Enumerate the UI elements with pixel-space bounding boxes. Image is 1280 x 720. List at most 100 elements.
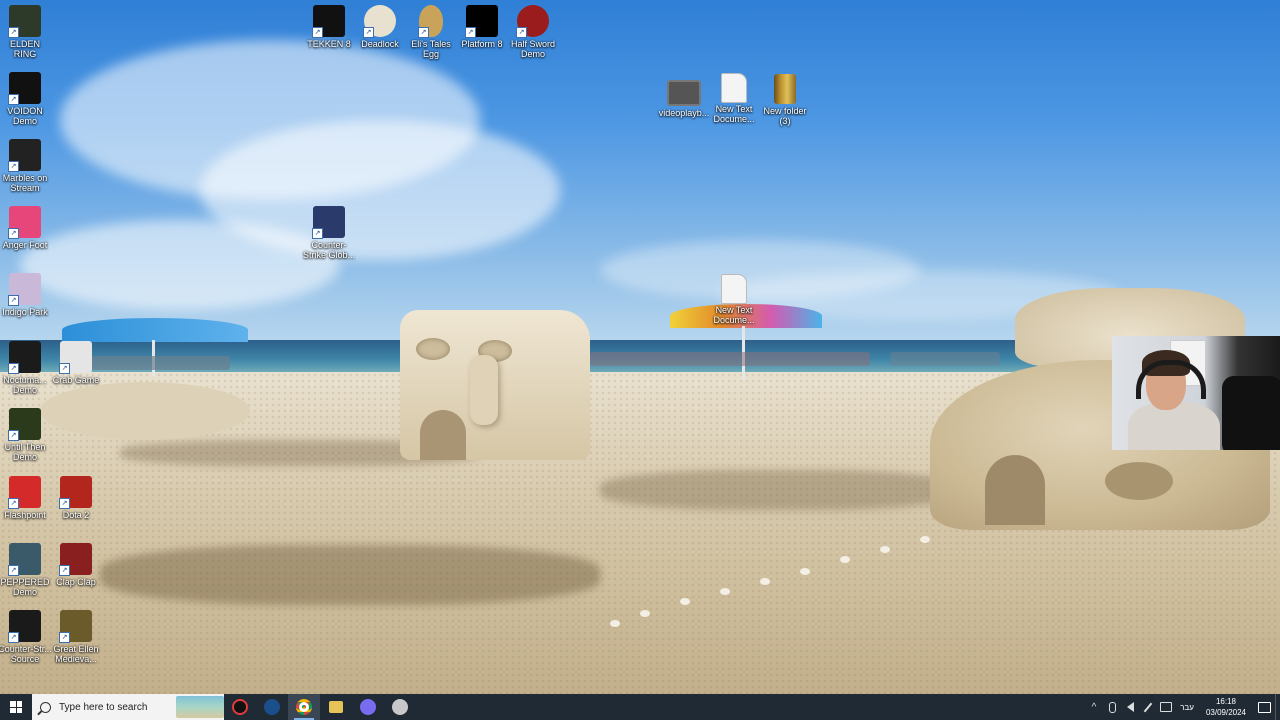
taskbar-search-box[interactable]: Type here to search [32,694,224,720]
desktop-icon-label: New Text Docume... [713,305,755,325]
shortcut-arrow-icon: ↗ [59,632,70,643]
desktop-icon-indigo-park[interactable]: ↗ Indigo Park [0,273,52,317]
shortcut-arrow-icon: ↗ [59,565,70,576]
desktop-icon-marbles-on-stream[interactable]: ↗ Marbles on Stream [0,139,52,193]
shortcut-arrow-icon: ↗ [8,228,19,239]
tray-microphone[interactable] [1103,694,1121,720]
desktop-icon-tekken-8[interactable]: ↗ TEKKEN 8 [302,5,356,49]
taskbar-app-steam[interactable] [256,694,288,720]
pen-icon [1143,702,1153,712]
tray-pen[interactable] [1139,694,1157,720]
desktop-icon-dota-2[interactable]: ↗ Dota 2 [49,476,103,520]
desktop-icon-anger-foot[interactable]: ↗ Anger Foot [0,206,52,250]
search-placeholder: Type here to search [59,701,148,713]
tekken8-icon: ↗ [312,5,345,38]
egg-icon: ↗ [418,5,443,38]
desktop-icon-new-text-document[interactable]: New Text Docume... [707,74,761,124]
desktop-icon-label: Eli's Tales Egg [411,39,451,59]
desktop-icon-clap-clap[interactable]: ↗ Clap Clap [49,543,103,587]
notification-icon [1257,701,1271,713]
show-desktop-button[interactable] [1275,694,1280,720]
shortcut-arrow-icon: ↗ [8,363,19,374]
desktop-icon-half-sword-demo[interactable]: ↗ Half Sword Demo [506,5,560,59]
desktop-icon-label: Half Sword Demo [510,39,555,59]
text-document-icon [722,74,746,102]
desktop-icon-label: Flashpoint [4,510,46,520]
desktop-icon-deadlock[interactable]: ↗ Deadlock [353,5,407,49]
text-document-icon [722,275,746,303]
desktop-icon-label: Clap Clap [56,577,96,587]
desktop-icon-elis-tales-egg[interactable]: ↗ Eli's Tales Egg [404,5,458,59]
desktop-icon-crab-game[interactable]: ↗ Crab Game [49,341,103,385]
microphone-icon [1108,701,1116,713]
shortcut-arrow-icon: ↗ [8,295,19,306]
discord-icon [360,699,376,715]
windows-logo-icon [10,701,22,713]
shortcut-arrow-icon: ↗ [312,27,323,38]
platform8-icon: ↗ [465,5,498,38]
shortcut-arrow-icon: ↗ [8,27,19,38]
desktop-icon-great-ellen[interactable]: ↗ Great Ellen Medieva... [49,610,103,664]
desktop-icon-nocturnal-demo[interactable]: ↗ Noctuma... Demo [0,341,52,395]
media-player-icon [232,699,248,715]
desktop-icon-videoplayback[interactable]: videoplayb... [657,74,711,118]
taskbar-app-discord[interactable] [352,694,384,720]
app-shield-icon [392,699,408,715]
desktop-icon-label: New folder (3) [763,106,807,126]
clap-clap-icon: ↗ [59,543,92,576]
chrome-icon [296,699,312,715]
desktop-icon-label: TEKKEN 8 [307,39,351,49]
deadlock-icon: ↗ [363,5,396,38]
notification-center-button[interactable] [1253,694,1275,720]
desktop-icon-new-folder-3[interactable]: New folder (3) [758,74,812,126]
marbles-icon: ↗ [8,139,41,172]
elden-ring-icon: ↗ [8,5,41,38]
file-explorer-icon [329,701,343,713]
desktop-icon-label: Counter-Str... Source [0,644,52,664]
taskbar: Type here to search ^ עבר 16:18 03/09/20… [0,694,1280,720]
desktop-icon-new-text-document-2[interactable]: New Text Docume... [707,275,761,325]
desktop-icon-counter-strike-global[interactable]: ↗ Counter-Strike Glob... [302,206,356,260]
shortcut-arrow-icon: ↗ [8,430,19,441]
peppered-icon: ↗ [8,543,41,576]
desktop-icon-elden-ring[interactable]: ↗ ELDEN RING [0,5,52,59]
flashpoint-icon: ↗ [8,476,41,509]
shortcut-arrow-icon: ↗ [59,363,70,374]
taskbar-app-media-player[interactable] [224,694,256,720]
shortcut-arrow-icon: ↗ [8,498,19,509]
shortcut-arrow-icon: ↗ [8,94,19,105]
desktop-icon-label: ELDEN RING [9,39,40,59]
speaker-icon [1126,702,1134,712]
desktop-icon-voidon-demo[interactable]: ↗ VOIDON Demo [0,72,52,126]
shortcut-arrow-icon: ↗ [8,632,19,643]
desktop-icon-platform-8[interactable]: ↗ Platform 8 [455,5,509,49]
taskbar-app-file-explorer[interactable] [320,694,352,720]
desktop-icon-label: Until Then Demo [4,442,46,462]
csgo-icon: ↗ [312,206,345,239]
input-language-indicator[interactable]: עבר [1175,703,1199,712]
tray-volume[interactable] [1121,694,1139,720]
desktop-icon-label: Dota 2 [62,510,90,520]
shortcut-arrow-icon: ↗ [8,161,19,172]
desktop-icon-label: Indigo Park [2,307,48,317]
squidward-sand-sculpture [400,310,590,460]
search-highlight-image [176,696,224,718]
desktop-icon-until-then-demo[interactable]: ↗ Until Then Demo [0,408,52,462]
crab-game-icon: ↗ [59,341,92,374]
desktop-icon-label: Noctuma... Demo [3,375,47,395]
show-hidden-icons-button[interactable]: ^ [1085,694,1103,720]
desktop-icon-label: Anger Foot [2,240,48,250]
desktop-icon-flashpoint[interactable]: ↗ Flashpoint [0,476,52,520]
desktop-icon-label: VOIDON Demo [7,106,43,126]
folder-icon [774,74,796,104]
desktop-icon-label: Deadlock [361,39,399,49]
start-button[interactable] [0,694,32,720]
clock-time: 16:18 [1215,697,1237,706]
taskbar-app-shield[interactable] [384,694,416,720]
desktop-icon-peppered-demo[interactable]: ↗ PEPPERED Demo [0,543,52,597]
taskbar-app-chrome[interactable] [288,694,320,720]
tray-network[interactable] [1157,694,1175,720]
clock[interactable]: 16:18 03/09/2024 [1199,696,1253,718]
video-file-icon [667,80,701,106]
desktop-icon-counter-strike-source[interactable]: ↗ Counter-Str... Source [0,610,52,664]
